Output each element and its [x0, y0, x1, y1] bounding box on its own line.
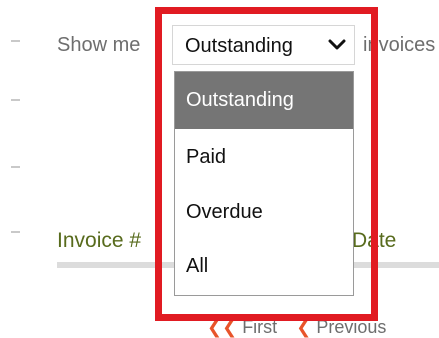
left-edge-marker	[11, 166, 20, 168]
option-paid[interactable]: Paid	[175, 129, 353, 186]
left-edge-marker	[11, 40, 20, 42]
column-header-invoice-number[interactable]: Invoice #	[57, 229, 141, 253]
filter-prefix-label: Show me	[57, 34, 141, 56]
first-page-link[interactable]: First	[242, 317, 277, 337]
option-outstanding[interactable]: Outstanding	[175, 72, 353, 129]
invoice-status-select[interactable]: Outstanding	[172, 25, 355, 65]
first-page-icon[interactable]: ❮❮	[207, 317, 237, 337]
option-overdue[interactable]: Overdue	[175, 184, 353, 241]
previous-page-icon[interactable]: ❮	[296, 317, 311, 337]
select-options-list: Outstanding Paid Overdue All	[174, 71, 354, 296]
option-all[interactable]: All	[175, 238, 353, 295]
chevron-down-icon	[328, 39, 346, 50]
left-edge-marker	[11, 99, 20, 101]
column-header-date[interactable]: Date	[352, 229, 396, 253]
previous-page-link[interactable]: Previous	[316, 317, 386, 337]
select-current-value: Outstanding	[185, 35, 293, 57]
filter-suffix-label: invoices	[363, 34, 436, 56]
left-edge-marker	[11, 231, 20, 233]
